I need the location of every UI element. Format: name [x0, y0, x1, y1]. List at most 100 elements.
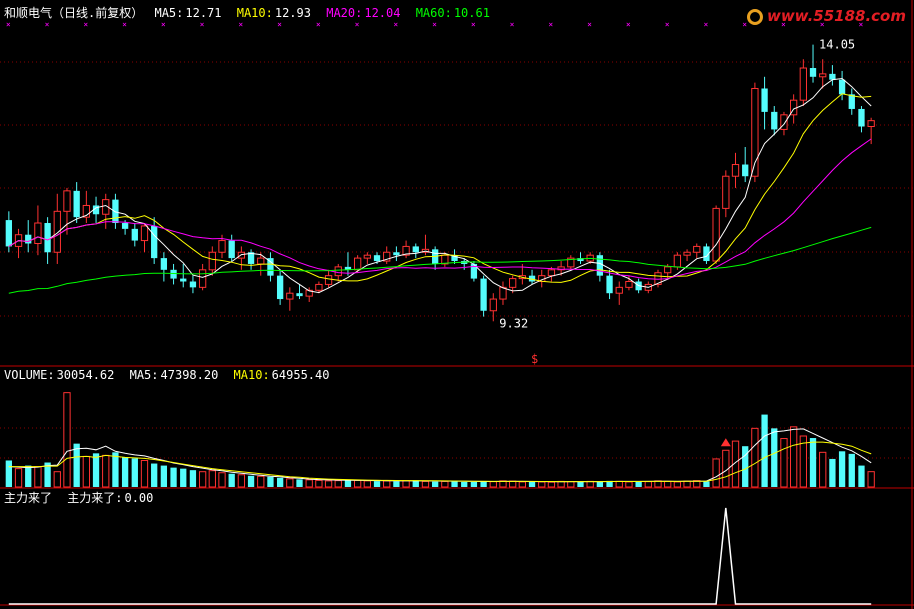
volume-bar-down — [461, 481, 468, 487]
event-marker: × — [626, 20, 631, 29]
candle-up — [673, 254, 682, 268]
candle-up — [334, 266, 342, 277]
volume-bar-down — [635, 481, 642, 487]
candle-down — [412, 246, 419, 253]
indicator-line — [8, 507, 872, 605]
ma5-label: MA5: — [154, 6, 184, 20]
volume-bar-up — [518, 481, 527, 488]
volume-bar-down — [5, 460, 12, 487]
candle-down — [838, 79, 846, 95]
volume-bar-up — [286, 478, 294, 488]
volume-bar-up — [402, 480, 410, 488]
volume-bar-up — [34, 466, 42, 488]
candle-up — [63, 190, 71, 212]
ma20-label: MA20: — [326, 6, 363, 20]
volume-header: VOLUME: 30054.62 MA5: 47398.20 MA10: 64955.… — [4, 368, 337, 382]
candle-down — [606, 275, 613, 294]
candle-down — [771, 111, 778, 130]
candle-down — [296, 293, 303, 297]
vol-ma5-label: MA5: — [129, 368, 159, 382]
event-marker: × — [548, 20, 553, 29]
ma10-label: MA10: — [236, 6, 273, 20]
stock-chart-window: × × × × × × × × × × × × × × × × × × × × × × × 14.05 9.32 和顺电气（日线… — [0, 0, 914, 609]
chart-canvas[interactable]: × × × × × × × × × × × × × × × × × × × × × × ×14.059.32 — [0, 0, 914, 609]
volume-bar-up — [324, 480, 333, 488]
volume-bar-down — [189, 470, 197, 487]
volume-label: VOLUME: — [4, 368, 55, 382]
signal-marker: $ — [531, 352, 539, 366]
volume-bar-up — [712, 458, 720, 488]
volume-bar-up — [383, 480, 391, 488]
candle-up — [780, 114, 788, 130]
candle-down — [44, 223, 51, 253]
ma60-label: MA60: — [415, 6, 452, 20]
candle-up — [819, 73, 827, 78]
volume-bar-up — [53, 471, 61, 488]
ma5-value: 12.71 — [185, 6, 222, 20]
volume-bar-up — [509, 480, 517, 488]
volume-bar-up — [664, 480, 672, 488]
volume-bar-down — [160, 465, 168, 487]
event-marker: × — [238, 20, 243, 29]
candle-up — [489, 298, 497, 312]
volume-bar-up — [208, 470, 216, 488]
volume-bar-down — [596, 481, 604, 487]
volume-bar-up — [363, 480, 371, 488]
candle-up — [286, 292, 294, 300]
ma10-value: 12.93 — [274, 6, 311, 20]
candle-up — [499, 286, 507, 300]
candle-down — [480, 278, 487, 311]
candle-up — [53, 210, 61, 253]
stock-name: 和顺电气（日线.前复权） — [4, 6, 144, 20]
candle-down — [131, 228, 138, 241]
volume-bar-up — [14, 468, 23, 488]
candle-down — [228, 240, 235, 259]
candle-up — [712, 207, 720, 262]
volume-ma5-line — [8, 428, 872, 483]
event-marker: × — [316, 20, 321, 29]
volume-bar-down — [151, 463, 158, 487]
volume-bar-up — [489, 481, 497, 488]
candle-down — [267, 258, 274, 276]
volume-bar-down — [393, 481, 400, 487]
price-header: 和顺电气（日线.前复权） MA5: 12.71 MA10: 12.93 MA20: 1… — [4, 4, 498, 21]
volume-bar-down — [742, 446, 749, 487]
volume-bar-up — [198, 471, 207, 488]
ma60-value: 10.61 — [453, 6, 490, 20]
candle-up — [683, 251, 691, 256]
candle-down — [809, 68, 817, 77]
candle-up — [615, 286, 623, 294]
volume-bar-up — [257, 475, 265, 488]
volume-bar-down — [528, 481, 536, 487]
indicator-line-label: 主力来了: — [67, 491, 123, 505]
indicator-name: 主力来了 — [4, 491, 53, 505]
event-marker: × — [45, 20, 50, 29]
volume-bar-up — [63, 392, 71, 488]
volume-bar-down — [180, 468, 187, 487]
volume-bar-up — [644, 481, 652, 488]
volume-bar-up — [751, 427, 759, 488]
volume-value: 30054.62 — [56, 368, 115, 382]
volume-bar-up — [586, 480, 594, 488]
candle-up — [799, 67, 807, 101]
volume-bar-up — [441, 480, 449, 488]
volume-bar-down — [121, 457, 129, 487]
volume-bar-down — [296, 479, 303, 487]
candle-up — [198, 269, 207, 288]
candle-down — [151, 225, 158, 259]
event-marker: × — [393, 20, 398, 29]
event-marker: × — [510, 20, 515, 29]
event-marker: × — [665, 20, 670, 29]
volume-bar-down — [373, 481, 381, 487]
volume-bar-down — [432, 481, 439, 487]
event-marker: × — [587, 20, 592, 29]
event-marker: × — [703, 20, 708, 29]
volume-bar-up — [683, 480, 691, 488]
candle-up — [324, 275, 333, 285]
candle-down — [829, 73, 836, 80]
volume-bar-down — [451, 480, 458, 487]
candle-up — [257, 257, 265, 265]
volume-bar-up — [421, 480, 430, 488]
candle-down — [189, 281, 197, 288]
candle-up — [722, 175, 730, 209]
